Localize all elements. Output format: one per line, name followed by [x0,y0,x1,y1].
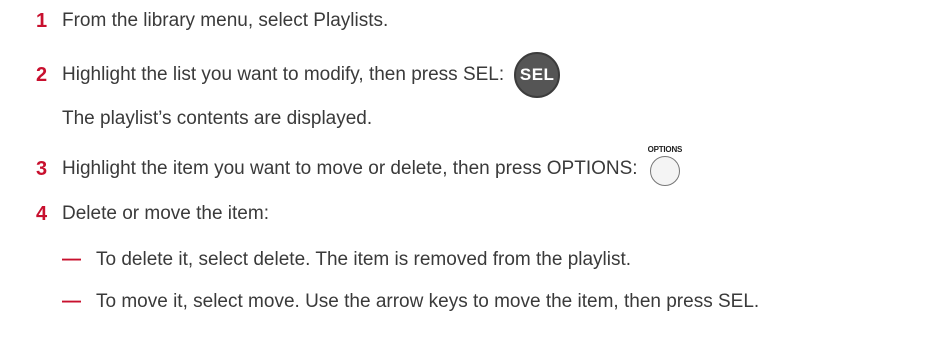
options-label: OPTIONS [647,144,683,154]
step-1: 1 From the library menu, select Playlist… [36,10,388,32]
step-2-note: The playlist’s contents are displayed. [62,108,372,130]
bullet-dash: — [62,291,81,312]
step-text: Delete or move the item: [62,203,269,224]
step-2: 2 Highlight the list you want to modify,… [36,52,561,98]
step-4: 4 Delete or move the item: [36,203,269,225]
options-circle-icon [649,155,680,186]
step-text: From the library menu, select Playlists. [62,10,389,31]
bullet-dash: — [62,249,81,270]
step-number: 3 [36,158,48,180]
step-3: 3 Highlight the item you want to move or… [36,144,682,194]
bullet-delete: — To delete it, select delete. The item … [62,249,631,271]
step-text: Highlight the item you want to move or d… [62,158,638,179]
bullet-move: — To move it, select move. Use the arrow… [62,291,759,313]
options-button-icon: OPTIONS [647,144,683,186]
step-number: 2 [36,64,48,86]
bullet-text: To delete it, select delete. The item is… [96,249,632,270]
step-note: The playlist’s contents are displayed. [62,108,373,129]
step-number: 1 [36,10,48,32]
sel-button-icon: SEL [514,52,561,98]
bullet-text: To move it, select move. Use the arrow k… [96,291,760,312]
instructions-document: 1 From the library menu, select Playlist… [0,0,949,341]
step-text: Highlight the list you want to modify, t… [62,64,505,85]
step-number: 4 [36,203,48,225]
